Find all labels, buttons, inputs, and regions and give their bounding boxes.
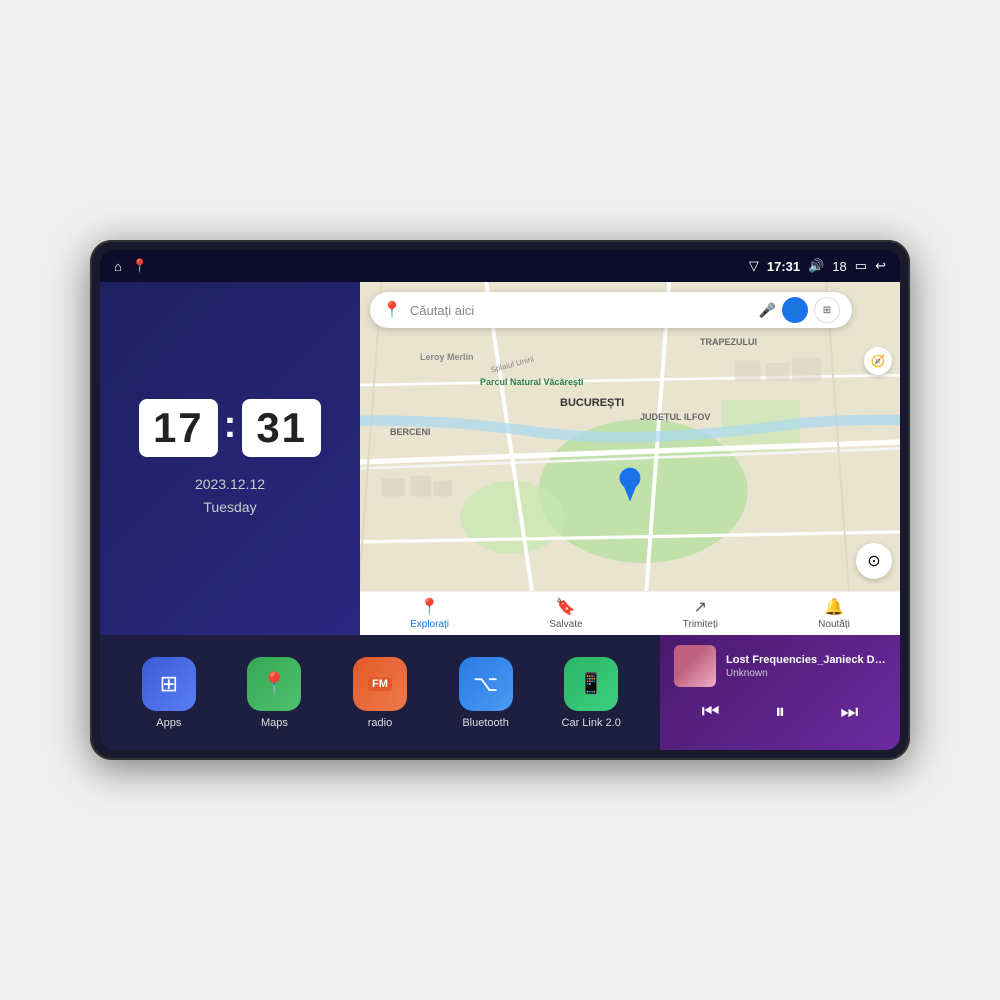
account-icon[interactable]: 👤: [782, 297, 808, 323]
map-label-parc: Parcul Natural Văcărești: [480, 377, 584, 387]
maps-icon: 📍: [247, 657, 301, 711]
volume-icon: 🔊: [808, 258, 824, 274]
location-icon: ⊙: [867, 551, 880, 571]
explore-icon: 📍: [420, 597, 440, 617]
main-content: 17 : 31 2023.12.12 Tuesday: [100, 282, 900, 750]
radio-label: radio: [368, 717, 392, 729]
music-top: Lost Frequencies_Janieck Devy-... Unknow…: [674, 645, 886, 687]
album-art: [674, 645, 716, 687]
radio-icon-bg: FM: [353, 657, 407, 711]
map-nav-saved[interactable]: 🔖 Salvate: [549, 597, 582, 630]
voice-search-icon[interactable]: 🎤: [759, 302, 776, 319]
clock-colon: :: [224, 404, 237, 447]
apps-icon: ⊞: [142, 657, 196, 711]
map-panel[interactable]: 📍 Căutați aici 🎤 👤 ⊞: [360, 282, 900, 635]
map-nav-bar: 📍 Explorați 🔖 Salvate ↗ Trimiteți 🔔: [360, 591, 900, 635]
map-search-icons: 🎤 👤 ⊞: [759, 297, 840, 323]
top-section: 17 : 31 2023.12.12 Tuesday: [100, 282, 900, 635]
signal-icon: ▽: [749, 258, 759, 274]
share-label: Trimiteți: [683, 619, 718, 630]
news-icon: 🔔: [824, 597, 844, 617]
clock-minutes: 31: [242, 399, 321, 457]
location-button[interactable]: ⊙: [856, 543, 892, 579]
clock-date: 2023.12.12 Tuesday: [195, 473, 265, 518]
maps-label: Maps: [261, 717, 288, 729]
share-icon: ↗: [694, 597, 707, 617]
bluetooth-label: Bluetooth: [462, 717, 508, 729]
bottom-section: ⊞ Apps 📍 Maps FM radio: [100, 635, 900, 750]
clock-panel: 17 : 31 2023.12.12 Tuesday: [100, 282, 360, 635]
status-time: 17:31: [767, 259, 800, 274]
news-label: Noutăți: [818, 619, 850, 630]
grid-icon[interactable]: ⊞: [814, 297, 840, 323]
maps-status-icon[interactable]: 📍: [132, 258, 148, 274]
clock-display: 17 : 31: [139, 399, 321, 457]
music-title: Lost Frequencies_Janieck Devy-...: [726, 654, 886, 666]
map-nav-news[interactable]: 🔔 Noutăți: [818, 597, 850, 630]
status-right-info: ▽ 17:31 🔊 18 ▭ ↩: [749, 258, 886, 274]
saved-icon: 🔖: [556, 597, 576, 617]
music-artist: Unknown: [726, 668, 886, 679]
status-bar: ⌂ 📍 ▽ 17:31 🔊 18 ▭ ↩: [100, 250, 900, 282]
map-label-berceni: BERCENI: [390, 427, 431, 437]
app-item-carlink[interactable]: 📱 Car Link 2.0: [561, 657, 621, 729]
music-info: Lost Frequencies_Janieck Devy-... Unknow…: [726, 654, 886, 679]
compass-icon[interactable]: 🧭: [864, 347, 892, 375]
map-label-ilfov: JUDEȚUL ILFOV: [640, 412, 710, 422]
map-terrain: [360, 282, 900, 635]
map-search-bar[interactable]: 📍 Căutați aici 🎤 👤 ⊞: [370, 292, 852, 328]
play-pause-button[interactable]: ⏸: [767, 697, 793, 728]
bluetooth-icon: ⌥: [459, 657, 513, 711]
device-screen: ⌂ 📍 ▽ 17:31 🔊 18 ▭ ↩ 17 :: [100, 250, 900, 750]
album-art-image: [674, 645, 716, 687]
battery-level: 18: [832, 259, 846, 274]
map-label-leroy: Leroy Merlin: [420, 352, 474, 362]
apps-area: ⊞ Apps 📍 Maps FM radio: [100, 635, 660, 750]
home-icon[interactable]: ⌂: [114, 259, 122, 274]
explore-label: Explorați: [410, 619, 449, 630]
status-left-icons: ⌂ 📍: [114, 258, 148, 274]
app-item-radio[interactable]: FM radio: [350, 657, 410, 729]
device-frame: ⌂ 📍 ▽ 17:31 🔊 18 ▭ ↩ 17 :: [90, 240, 910, 760]
app-item-apps[interactable]: ⊞ Apps: [139, 657, 199, 729]
map-nav-share[interactable]: ↗ Trimiteți: [683, 597, 718, 630]
google-maps-pin-icon: 📍: [382, 300, 402, 320]
back-icon[interactable]: ↩: [875, 258, 886, 274]
battery-icon: ▭: [855, 258, 867, 274]
prev-button[interactable]: ⏮: [694, 697, 728, 728]
clock-hours: 17: [139, 399, 218, 457]
saved-label: Salvate: [549, 619, 582, 630]
music-player: Lost Frequencies_Janieck Devy-... Unknow…: [660, 635, 900, 750]
app-item-maps[interactable]: 📍 Maps: [244, 657, 304, 729]
music-controls: ⏮ ⏸ ⏭: [674, 697, 886, 728]
carlink-icon: 📱: [564, 657, 618, 711]
map-search-text[interactable]: Căutați aici: [410, 303, 751, 318]
carlink-label: Car Link 2.0: [562, 717, 621, 729]
map-label-bucuresti: BUCUREȘTI: [560, 397, 624, 409]
map-nav-explore[interactable]: 📍 Explorați: [410, 597, 449, 630]
apps-label: Apps: [156, 717, 181, 729]
map-label-trapezului: TRAPEZULUI: [700, 337, 757, 347]
next-button[interactable]: ⏭: [832, 697, 866, 728]
app-item-bluetooth[interactable]: ⌥ Bluetooth: [456, 657, 516, 729]
